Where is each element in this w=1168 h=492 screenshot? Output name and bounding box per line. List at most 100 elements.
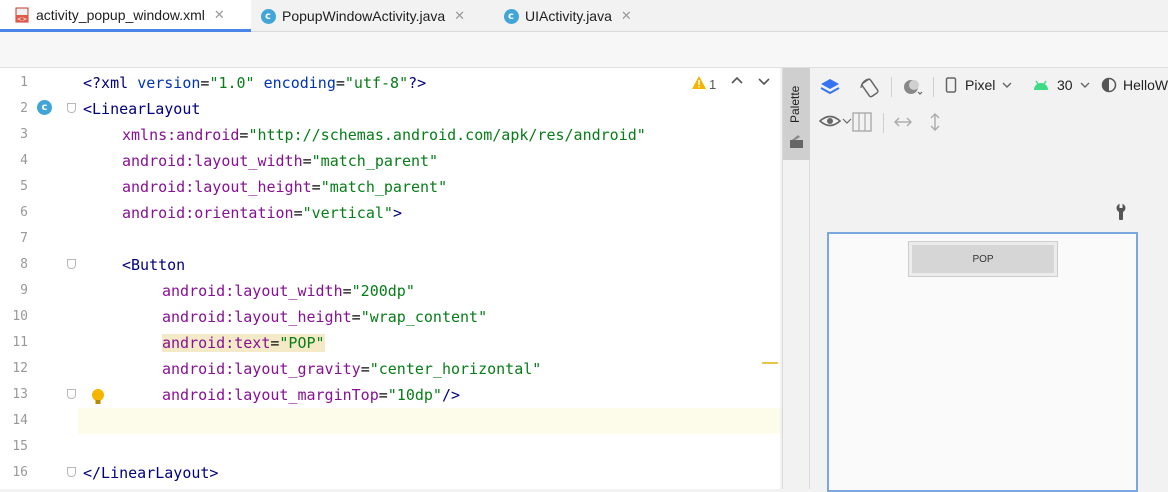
equals-sign: = <box>302 152 312 170</box>
wrench-icon[interactable] <box>1114 203 1128 226</box>
api-level-label: 30 <box>1057 77 1073 93</box>
device-label: Pixel <box>965 77 996 93</box>
attribute-name: layout_height <box>234 308 352 326</box>
tab-activity-popup-window-xml[interactable]: <> activity_popup_window.xml ✕ <box>0 0 251 32</box>
attribute-namespace: android: <box>162 360 235 378</box>
warning-count: 1 <box>709 76 717 92</box>
api-level-selector[interactable]: 30 <box>1033 77 1091 93</box>
tab-popup-window-activity-java[interactable]: c PopupWindowActivity.java ✕ <box>260 0 465 32</box>
attribute-namespace: android: <box>162 282 235 300</box>
warning-icon <box>692 76 706 92</box>
pop-button-label: POP <box>912 245 1054 273</box>
code-line-12: android:layout_gravity="center_horizonta… <box>162 356 541 382</box>
attribute-namespace: android: <box>162 386 235 404</box>
tab-ui-activity-java[interactable]: c UIActivity.java ✕ <box>503 0 632 32</box>
fold-marker-icon[interactable] <box>67 259 76 269</box>
attribute-value: "match_parent" <box>311 152 439 170</box>
device-selector[interactable]: Pixel <box>945 77 1013 93</box>
close-icon[interactable]: ✕ <box>214 7 225 23</box>
attribute-namespace: android: <box>122 204 195 222</box>
code-line-16: </LinearLayout> <box>83 460 218 486</box>
attribute-value: "center_horizontal" <box>369 360 542 378</box>
class-c-icon: c <box>503 8 519 24</box>
vertical-resize-icon[interactable] <box>928 112 942 132</box>
xml-file-icon: <> <box>14 7 30 23</box>
attribute-name: layout_height <box>194 178 312 196</box>
close-icon[interactable]: ✕ <box>454 8 465 24</box>
equals-sign: = <box>351 308 361 326</box>
fold-marker-icon[interactable] <box>67 103 76 113</box>
fold-marker-icon[interactable] <box>67 389 76 399</box>
code-line-11: android:text="POP" <box>162 330 325 356</box>
theme-night-mode-icon[interactable] <box>901 77 923 97</box>
code-line-2: <LinearLayout <box>83 96 200 122</box>
chevron-down-icon[interactable] <box>757 74 771 91</box>
code-editor[interactable]: 1 2 3 4 5 6 7 8 9 10 11 12 13 14 15 16 c… <box>0 68 780 489</box>
editor-toolstrip <box>0 32 1168 68</box>
current-line-highlight <box>0 408 780 434</box>
horizontal-resize-icon[interactable] <box>893 115 913 129</box>
attribute-name: layout_marginTop <box>234 386 379 404</box>
attribute-namespace: android: <box>122 152 195 170</box>
eye-icon[interactable] <box>819 113 852 129</box>
line-number: 13 <box>12 387 28 402</box>
code-line-8: <Button <box>122 252 185 278</box>
xml-tag: <?xml <box>83 74 138 92</box>
line-number: 11 <box>12 335 28 350</box>
attribute-value: "POP" <box>279 334 325 352</box>
equals-sign: = <box>311 178 321 196</box>
code-line-6: android:orientation="vertical"> <box>122 200 402 226</box>
lightbulb-icon[interactable] <box>91 388 105 411</box>
line-number: 16 <box>12 465 28 480</box>
code-line-4: android:layout_width="match_parent" <box>122 148 438 174</box>
attribute-name: text <box>234 334 271 352</box>
error-stripe-mark[interactable] <box>762 362 778 364</box>
code-line-9: android:layout_width="200dp" <box>162 278 415 304</box>
attribute-value: "vertical" <box>302 204 393 222</box>
palette-icon <box>789 134 804 154</box>
equals-sign: = <box>342 282 352 300</box>
orientation-icon[interactable] <box>859 77 881 99</box>
line-number: 6 <box>20 205 28 220</box>
chevron-up-icon[interactable] <box>730 74 744 91</box>
code-line-1: <?xml version="1.0" encoding="utf-8"?> <box>83 70 426 96</box>
line-number: 2 <box>20 101 28 116</box>
pop-button[interactable]: POP <box>908 241 1058 277</box>
attribute-name: layout_width <box>194 152 303 170</box>
android-icon <box>1034 80 1048 90</box>
editor-tab-bar: <> activity_popup_window.xml ✕ c PopupWi… <box>0 0 1168 32</box>
attribute-value: "1.0" <box>209 74 255 92</box>
attribute-namespace: android: <box>122 178 195 196</box>
line-number: 12 <box>12 361 28 376</box>
chevron-down-icon <box>1002 82 1012 88</box>
close-icon[interactable]: ✕ <box>621 8 632 24</box>
chevron-down-icon <box>1080 82 1090 88</box>
toolbar-separator <box>891 77 892 97</box>
attribute-name: layout_gravity <box>234 360 361 378</box>
attribute-name: orientation <box>194 204 294 222</box>
class-c-icon[interactable]: c <box>37 100 52 115</box>
equals-sign: = <box>360 360 370 378</box>
attribute-name: layout_width <box>234 282 343 300</box>
design-preview-panel: Pixel 30 HelloW POP <box>811 68 1168 492</box>
inspection-widget[interactable]: 1 <box>692 76 716 92</box>
device-preview[interactable]: POP <box>827 232 1138 492</box>
theme-label: HelloW <box>1123 77 1168 93</box>
line-number: 8 <box>20 257 28 272</box>
code-line-10: android:layout_height="wrap_content" <box>162 304 487 330</box>
line-number: 15 <box>12 439 28 454</box>
blueprint-icon[interactable] <box>852 112 872 132</box>
fold-marker-icon[interactable] <box>67 467 76 477</box>
attribute-name: encoding <box>263 74 336 92</box>
palette-toggle-button[interactable]: Palette <box>783 68 810 160</box>
xml-tag-end: /> <box>441 386 461 404</box>
svg-text:<>: <> <box>17 16 27 23</box>
layers-icon[interactable] <box>819 77 841 97</box>
attribute-value: "200dp" <box>351 282 415 300</box>
line-number: 4 <box>20 153 28 168</box>
attribute-namespace: android: <box>162 308 235 326</box>
tab-label: PopupWindowActivity.java <box>282 8 446 24</box>
theme-selector[interactable]: HelloW <box>1101 77 1168 93</box>
xml-tag: <Button <box>122 256 186 274</box>
